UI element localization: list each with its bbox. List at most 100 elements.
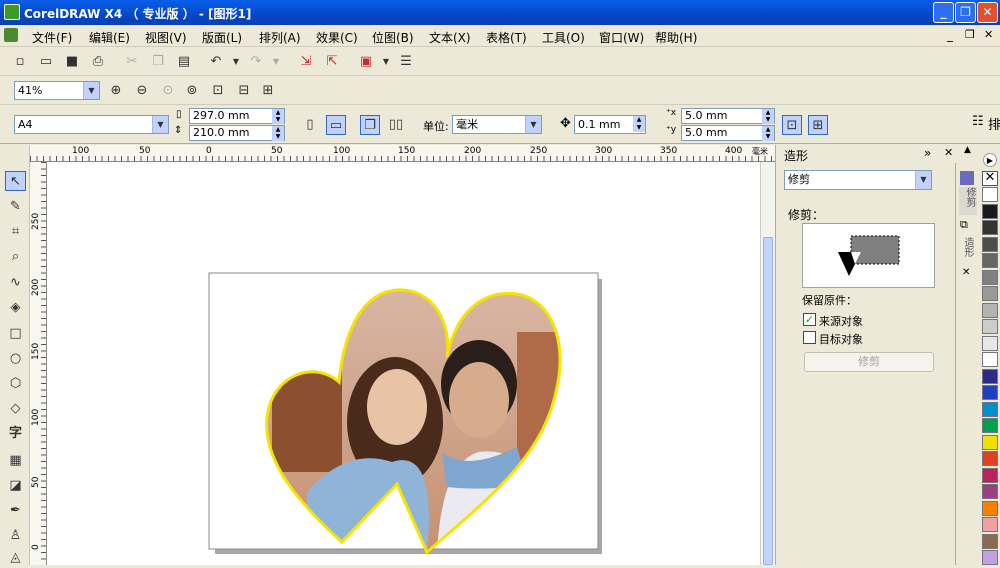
spin-down-icon[interactable]: ▼ <box>633 124 645 132</box>
duplicate-y-field[interactable]: 5.0 mm ▲ ▼ <box>681 125 775 141</box>
landscape-icon[interactable]: ▭ <box>326 115 346 135</box>
paper-size-select[interactable]: A4 ▼ <box>14 115 169 134</box>
import-icon[interactable]: ⇲ <box>296 52 316 72</box>
doc-restore-button[interactable]: ❐ <box>965 28 975 41</box>
menu-effects[interactable]: 效果(C) <box>316 29 358 46</box>
color-swatch[interactable] <box>982 434 998 450</box>
zoom-page-height-icon[interactable]: ⊞ <box>258 81 278 101</box>
shaping-mode-select[interactable]: 修剪 ▼ <box>784 170 932 190</box>
color-swatch[interactable] <box>982 253 998 268</box>
chevron-down-icon[interactable]: ▼ <box>915 171 931 189</box>
docker-close-icon[interactable]: ✕ <box>944 146 953 159</box>
color-swatch[interactable] <box>982 467 998 483</box>
chevron-down-icon[interactable]: ▼ <box>83 82 99 99</box>
color-swatch[interactable] <box>982 269 998 285</box>
menu-tools[interactable]: 工具(O) <box>542 29 585 46</box>
paste-icon[interactable]: ▤ <box>174 52 194 72</box>
outline-tool-icon[interactable]: ♙ <box>5 526 26 546</box>
all-pages-icon[interactable]: ❐ <box>360 115 380 135</box>
zoom-page-icon[interactable]: ⊡ <box>208 81 228 101</box>
cut-icon[interactable]: ✂ <box>122 52 142 72</box>
menu-text[interactable]: 文本(X) <box>429 29 471 46</box>
color-swatch[interactable] <box>982 236 998 252</box>
table-tool-icon[interactable]: ▦ <box>5 451 26 471</box>
docker-expand-icon[interactable]: » <box>924 146 931 160</box>
spin-down-icon[interactable]: ▼ <box>762 116 774 124</box>
menu-window[interactable]: 窗口(W) <box>599 29 644 46</box>
zoom-selected-icon[interactable]: ⊙ <box>158 81 178 101</box>
page-border-icon[interactable]: ⊞ <box>808 115 828 135</box>
menu-file[interactable]: 文件(F) <box>32 29 72 46</box>
undo-icon[interactable]: ↶ <box>206 52 226 72</box>
crop-tool-icon[interactable]: ⌗ <box>5 222 26 242</box>
spin-down-icon[interactable]: ▼ <box>272 133 284 141</box>
source-object-checkbox[interactable]: ✓ <box>803 313 816 326</box>
shape-tool-icon[interactable]: ✎ <box>5 197 26 217</box>
scrollbar-thumb[interactable] <box>763 237 773 565</box>
apply-trim-button[interactable]: 修剪 <box>804 352 934 372</box>
color-swatch[interactable] <box>982 385 998 400</box>
maximize-button[interactable]: ❐ <box>955 2 976 23</box>
menu-view[interactable]: 视图(V) <box>145 29 187 46</box>
zoom-out-icon[interactable]: ⊖ <box>132 81 152 101</box>
portrait-icon[interactable]: ▯ <box>300 115 320 135</box>
current-page-icon[interactable]: ▯▯ <box>386 115 406 135</box>
menu-layout[interactable]: 版面(L) <box>202 29 242 46</box>
text-tool-icon[interactable]: 字 <box>5 424 26 444</box>
color-swatch[interactable] <box>982 451 998 466</box>
menu-bitmaps[interactable]: 位图(B) <box>372 29 414 46</box>
menu-table[interactable]: 表格(T) <box>486 29 527 46</box>
color-swatch[interactable] <box>982 401 998 417</box>
spin-down-icon[interactable]: ▼ <box>272 116 284 124</box>
duplicate-x-field[interactable]: 5.0 mm ▲ ▼ <box>681 108 775 124</box>
spin-up-icon[interactable]: ▲ <box>633 116 645 124</box>
redo-dropdown-icon[interactable]: ▼ <box>266 52 286 72</box>
open-icon[interactable]: ▭ <box>36 52 56 72</box>
tab-close-icon[interactable]: ✕ <box>962 267 970 278</box>
copy-icon[interactable]: ❐ <box>148 52 168 72</box>
export-icon[interactable]: ⇱ <box>322 52 342 72</box>
chevron-down-icon[interactable]: ▼ <box>152 116 168 133</box>
paper-height-field[interactable]: 210.0 mm ▲ ▼ <box>189 125 285 141</box>
color-swatch[interactable] <box>982 484 998 499</box>
spin-down-icon[interactable]: ▼ <box>762 133 774 141</box>
close-button[interactable]: ✕ <box>977 2 998 23</box>
redo-icon[interactable]: ↷ <box>246 52 266 72</box>
color-swatch[interactable] <box>982 220 998 235</box>
paper-width-field[interactable]: 297.0 mm ▲ ▼ <box>189 108 285 124</box>
color-swatch[interactable] <box>982 335 998 351</box>
color-swatch[interactable] <box>982 352 998 367</box>
rectangle-tool-icon[interactable]: □ <box>5 324 26 344</box>
zoom-level-select[interactable]: 41% ▼ <box>14 81 100 100</box>
color-swatch[interactable] <box>982 368 998 384</box>
color-swatch[interactable] <box>982 500 998 516</box>
interactive-blend-tool-icon[interactable]: ◪ <box>5 476 26 496</box>
tab-shaping[interactable]: 造形 <box>960 237 975 257</box>
new-icon[interactable]: ▫ <box>10 52 30 72</box>
color-swatch[interactable] <box>982 533 998 549</box>
freehand-tool-icon[interactable]: ∿ <box>5 273 26 293</box>
docker-scroll-up-icon[interactable]: ▲ <box>955 145 980 163</box>
horizontal-ruler[interactable]: 100 50 0 50 100 150 200 250 300 350 400 … <box>30 145 775 162</box>
save-icon[interactable]: ■ <box>62 52 82 72</box>
units-select[interactable]: 毫米 ▼ <box>452 115 542 134</box>
color-swatch[interactable] <box>982 302 998 318</box>
ellipse-tool-icon[interactable]: ○ <box>5 349 26 369</box>
color-swatch[interactable] <box>982 550 998 565</box>
no-color-swatch[interactable]: ✕ <box>982 171 998 186</box>
menu-arrange[interactable]: 排列(A) <box>259 29 301 46</box>
zoom-tool-icon[interactable]: ⌕ <box>5 247 26 267</box>
chevron-down-icon[interactable]: ▼ <box>525 116 541 133</box>
color-swatch[interactable] <box>982 286 998 301</box>
menu-edit[interactable]: 编辑(E) <box>89 29 130 46</box>
pick-tool-icon[interactable]: ↖ <box>5 171 26 191</box>
application-launcher-icon[interactable]: ▣ <box>356 52 376 72</box>
color-swatch[interactable] <box>982 319 998 334</box>
vertical-ruler[interactable]: 250 200 150 100 50 0 <box>30 162 47 565</box>
options-icon[interactable]: ☰ <box>396 52 416 72</box>
vertical-scrollbar[interactable] <box>760 162 775 565</box>
eyedropper-tool-icon[interactable]: ✒ <box>5 501 26 521</box>
print-icon[interactable]: ⎙ <box>88 52 108 72</box>
basic-shapes-tool-icon[interactable]: ◇ <box>5 399 26 419</box>
zoom-in-icon[interactable]: ⊕ <box>106 81 126 101</box>
